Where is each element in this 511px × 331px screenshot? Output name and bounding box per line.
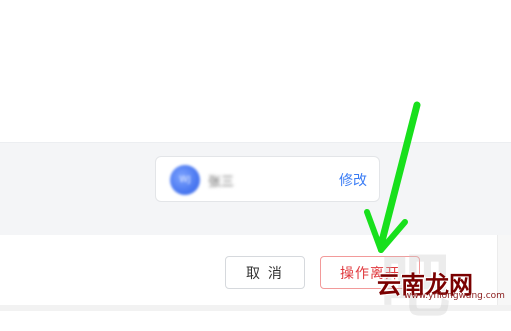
- user-name: 张三: [208, 175, 235, 190]
- avatar: WJ: [170, 165, 200, 195]
- cancel-button[interactable]: 取 消: [225, 256, 305, 289]
- green-arrow-icon: [364, 101, 421, 253]
- user-card: WJ 张三 修改: [155, 156, 380, 202]
- watermark-url: www.ynlongwang.com: [404, 291, 505, 301]
- avatar-initials: WJ: [179, 175, 191, 185]
